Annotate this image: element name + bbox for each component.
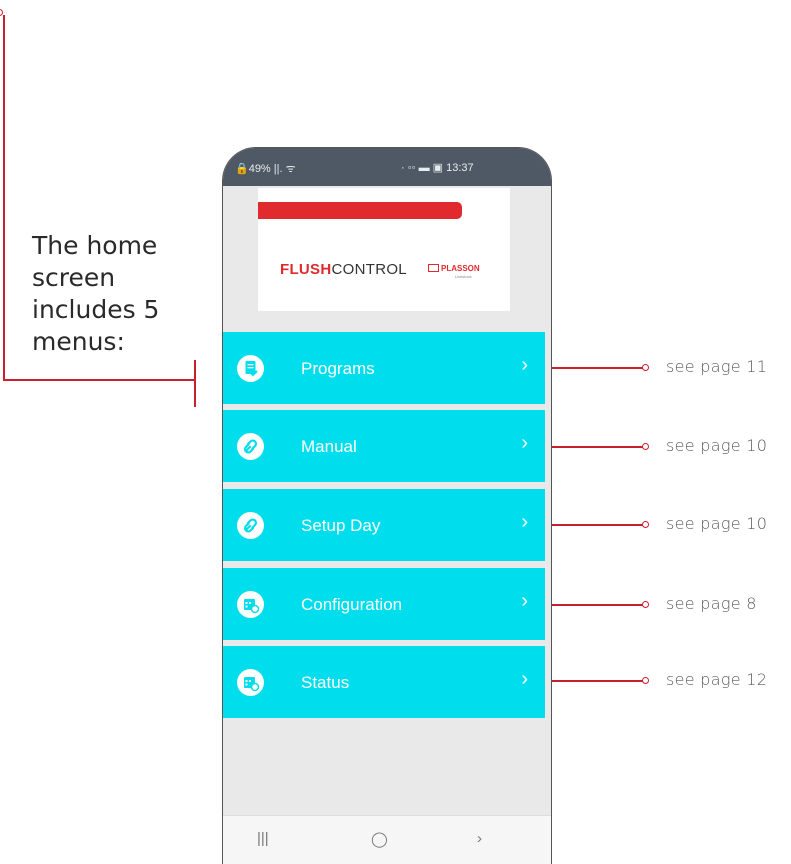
ref-line-manual bbox=[544, 446, 644, 448]
ref-dot-programs bbox=[642, 364, 649, 371]
status-bar-right: · ◦◦ ▬ ▣ 13:37 bbox=[401, 162, 474, 174]
document-check-icon bbox=[237, 355, 264, 382]
calendar-clock-icon bbox=[237, 669, 264, 696]
menu-item-configuration[interactable]: Configuration › bbox=[223, 568, 545, 640]
android-nav-bar: ||| ◯ › bbox=[223, 815, 551, 864]
menu-label-setup-day: Setup Day bbox=[301, 516, 381, 535]
home-screen-caption: The home screen includes 5 menus: bbox=[32, 231, 160, 356]
phone-screen: 🔒49% ||. ᯤ · ◦◦ ▬ ▣ 13:37 FLUSHCONTROL P… bbox=[222, 147, 552, 864]
ref-setup-day: see page 10 bbox=[666, 514, 768, 533]
chevron-right-icon: › bbox=[521, 590, 528, 612]
link-icon bbox=[237, 433, 264, 460]
status-bar: 🔒49% ||. ᯤ · ◦◦ ▬ ▣ 13:37 bbox=[223, 148, 551, 186]
recents-button[interactable]: ||| bbox=[257, 830, 269, 847]
link-icon bbox=[237, 512, 264, 539]
ref-dot-status bbox=[642, 677, 649, 684]
chevron-right-icon: › bbox=[521, 432, 528, 454]
menu-label-programs: Programs bbox=[301, 359, 375, 378]
brand-red-bar bbox=[258, 202, 462, 219]
calendar-clock-icon bbox=[237, 591, 264, 618]
logo-card: FLUSHCONTROL PLASSON Livestock bbox=[258, 188, 510, 311]
menu-item-manual[interactable]: Manual › bbox=[223, 410, 545, 482]
ref-manual: see page 10 bbox=[666, 436, 768, 455]
ref-line-configuration bbox=[544, 604, 644, 606]
menu-item-programs[interactable]: Programs › bbox=[223, 332, 545, 404]
plasson-logo: PLASSON bbox=[428, 264, 480, 273]
menu-item-setup-day[interactable]: Setup Day › bbox=[223, 489, 545, 561]
flushcontrol-logo: FLUSHCONTROL bbox=[280, 261, 407, 278]
chevron-right-icon: › bbox=[521, 511, 528, 533]
ref-dot-setup-day bbox=[642, 521, 649, 528]
ref-line-status bbox=[544, 680, 644, 682]
ref-status: see page 12 bbox=[666, 670, 768, 689]
caption-line-horizontal bbox=[3, 379, 194, 381]
menu-label-status: Status bbox=[301, 673, 350, 692]
chevron-right-icon: › bbox=[521, 668, 528, 690]
ref-dot-manual bbox=[642, 443, 649, 450]
ref-programs: see page 11 bbox=[666, 357, 768, 376]
menu-item-status[interactable]: Status › bbox=[223, 646, 545, 718]
chevron-right-icon: › bbox=[521, 354, 528, 376]
caption-line-vertical bbox=[3, 15, 5, 380]
status-bar-left: 🔒49% ||. ᯤ bbox=[235, 163, 296, 175]
back-button[interactable]: › bbox=[477, 830, 482, 847]
ref-configuration: see page 8 bbox=[666, 594, 757, 613]
ref-dot-configuration bbox=[642, 601, 649, 608]
menu-label-configuration: Configuration bbox=[301, 595, 403, 614]
plasson-logo-sub: Livestock bbox=[455, 274, 472, 279]
caption-bracket bbox=[194, 360, 196, 407]
home-button[interactable]: ◯ bbox=[371, 830, 388, 848]
menu-label-manual: Manual bbox=[301, 437, 357, 456]
ref-line-programs bbox=[544, 367, 644, 369]
ref-line-setup-day bbox=[544, 524, 644, 526]
